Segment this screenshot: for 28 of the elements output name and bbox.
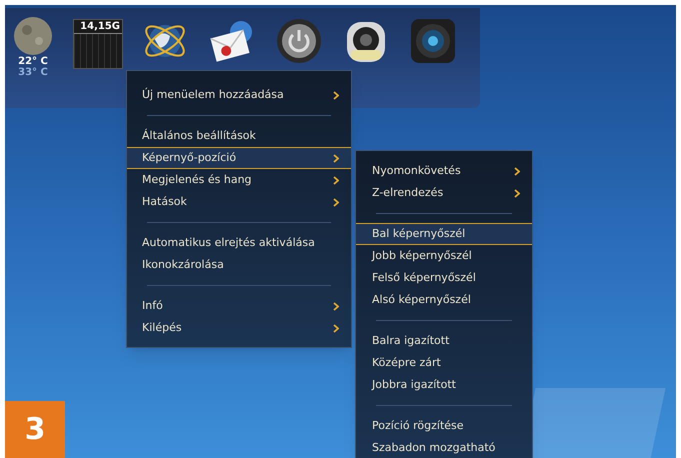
menu-item[interactable]: Középre zárt	[356, 352, 532, 374]
menu-item[interactable]: Bal képernyőszél	[356, 223, 532, 245]
menu-item[interactable]: Új menüelem hozzáadása	[127, 84, 351, 106]
menu-item[interactable]: Hatások	[127, 191, 351, 213]
temperature-label: 33° C	[18, 67, 48, 78]
menu-item[interactable]: Infó	[127, 295, 351, 317]
menu-item[interactable]: Jobbra igazított	[356, 374, 532, 396]
menu-item[interactable]: Nyomonkövetés	[356, 160, 532, 182]
temperature-label: 22° C	[18, 56, 48, 67]
disk-meter-widget[interactable]: 14,15G	[73, 19, 123, 69]
menu-item[interactable]: Általános beállítások	[127, 125, 351, 147]
camera-lens-icon[interactable]	[408, 16, 458, 66]
menu-item[interactable]: Felső képernyőszél	[356, 267, 532, 289]
menu-item[interactable]: Szabadon mozgatható	[356, 437, 532, 458]
menu-item[interactable]: Megjelenés és hang	[127, 169, 351, 191]
menu-item[interactable]: Jobb képernyőszél	[356, 245, 532, 267]
figure-number-badge: 3	[5, 401, 65, 458]
power-icon[interactable]	[274, 16, 324, 66]
menu-item[interactable]: Alsó képernyőszél	[356, 289, 532, 311]
menu-item[interactable]: Automatikus elrejtés aktiválása	[127, 232, 351, 254]
moon-icon[interactable]	[13, 16, 53, 56]
menu-item[interactable]: Balra igazított	[356, 330, 532, 352]
menu-item[interactable]: Pozíció rögzítése	[356, 415, 532, 437]
menu-item[interactable]: Kilépés	[127, 317, 351, 339]
menu-item[interactable]: Ikonokzárolása	[127, 254, 351, 276]
menu-item[interactable]: Képernyő-pozíció	[127, 147, 351, 169]
menu-item[interactable]: Z-elrendezés	[356, 182, 532, 204]
disk-reading: 14,15G	[74, 20, 122, 34]
